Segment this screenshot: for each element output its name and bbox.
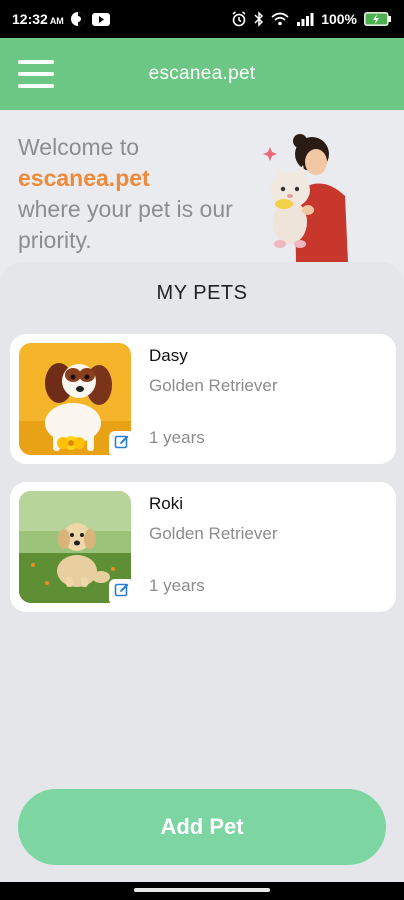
welcome-line-2: where your pet is our priority. [18, 196, 233, 253]
youtube-icon [91, 12, 110, 26]
welcome-brand: escanea.pet [18, 165, 150, 191]
pet-age: 1 years [149, 428, 205, 447]
notification-app-icon [70, 11, 86, 27]
menu-icon-line [18, 84, 54, 88]
edit-icon [114, 434, 130, 455]
app-bar: escanea.pet [0, 38, 404, 110]
pet-age: 1 years [149, 576, 205, 595]
app-title: escanea.pet [148, 63, 256, 84]
status-time-suffix: AM [49, 16, 64, 26]
alarm-icon [231, 11, 247, 27]
system-nav-bar [0, 882, 404, 900]
welcome-message: Welcome to escanea.pet where your pet is… [18, 132, 238, 256]
pet-name: Dasy [149, 346, 188, 365]
edit-pet-button[interactable] [109, 579, 135, 605]
status-time: 12:32 AM [12, 11, 64, 27]
bluetooth-icon [254, 11, 264, 27]
wifi-icon [271, 12, 289, 26]
pet-card[interactable]: Dasy Golden Retriever 1 years [10, 334, 396, 464]
signal-icon [296, 12, 314, 26]
pet-card[interactable]: Roki Golden Retriever 1 years [10, 482, 396, 612]
pet-breed: Golden Retriever [149, 376, 278, 395]
pet-breed: Golden Retriever [149, 524, 278, 543]
hero-illustration [250, 132, 360, 262]
my-pets-title: MY PETS [156, 282, 248, 304]
home-indicator[interactable] [134, 888, 270, 892]
battery-percent: 100% [321, 11, 357, 27]
menu-icon-line [18, 72, 54, 76]
battery-icon [364, 12, 392, 26]
edit-pet-button[interactable] [109, 431, 135, 457]
main-content: Welcome to escanea.pet where your pet is… [0, 110, 404, 882]
edit-icon [114, 582, 130, 603]
pet-name: Roki [149, 494, 184, 513]
status-bar: 12:32 AM 100% [0, 0, 404, 38]
welcome-line-1: Welcome to [18, 134, 140, 160]
add-pet-button[interactable]: Add Pet [18, 789, 386, 865]
menu-button[interactable] [18, 60, 54, 88]
menu-icon-line [18, 60, 54, 64]
